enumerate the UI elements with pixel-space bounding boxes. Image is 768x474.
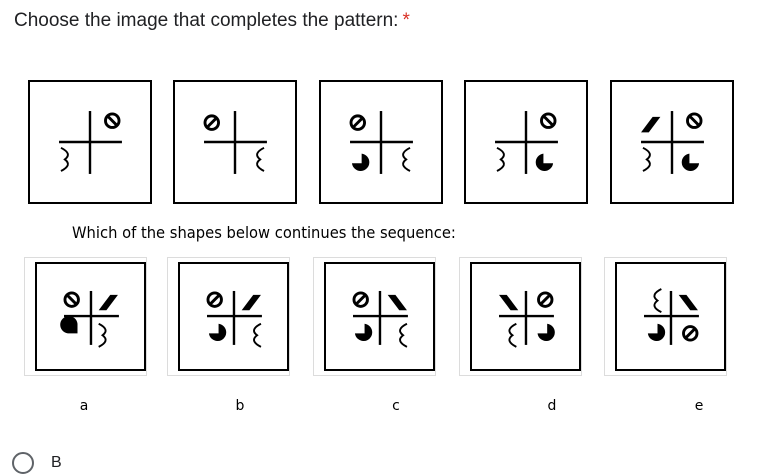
sequence-image-1: [28, 80, 152, 204]
option-label-d: d: [547, 398, 557, 414]
option-image-b: [178, 262, 289, 371]
option-image-c: [324, 262, 435, 371]
option-label-c: c: [392, 398, 400, 414]
subtitle: Which of the shapes below continues the …: [72, 223, 456, 242]
question-title: Choose the image that completes the patt…: [14, 10, 410, 32]
option-cell-e[interactable]: [604, 257, 727, 376]
sequence-image-4: [464, 80, 588, 204]
sequence-image-2: [173, 80, 297, 204]
option-cell-a[interactable]: [24, 257, 147, 376]
option-image-a: [35, 262, 146, 371]
option-cell-d[interactable]: [459, 257, 582, 376]
radio-label: B: [51, 454, 62, 471]
sequence-image-3: [319, 80, 443, 204]
sequence-image-5: [610, 80, 734, 204]
option-image-d: [470, 262, 581, 371]
option-cell-c[interactable]: [313, 257, 436, 376]
option-cell-b[interactable]: [167, 257, 290, 376]
question-text: Choose the image that completes the patt…: [14, 10, 399, 31]
required-asterisk: *: [402, 10, 410, 31]
option-label-a: a: [79, 398, 89, 414]
option-image-e: [615, 262, 726, 371]
option-label-b: b: [235, 398, 245, 414]
option-label-e: e: [694, 398, 704, 414]
